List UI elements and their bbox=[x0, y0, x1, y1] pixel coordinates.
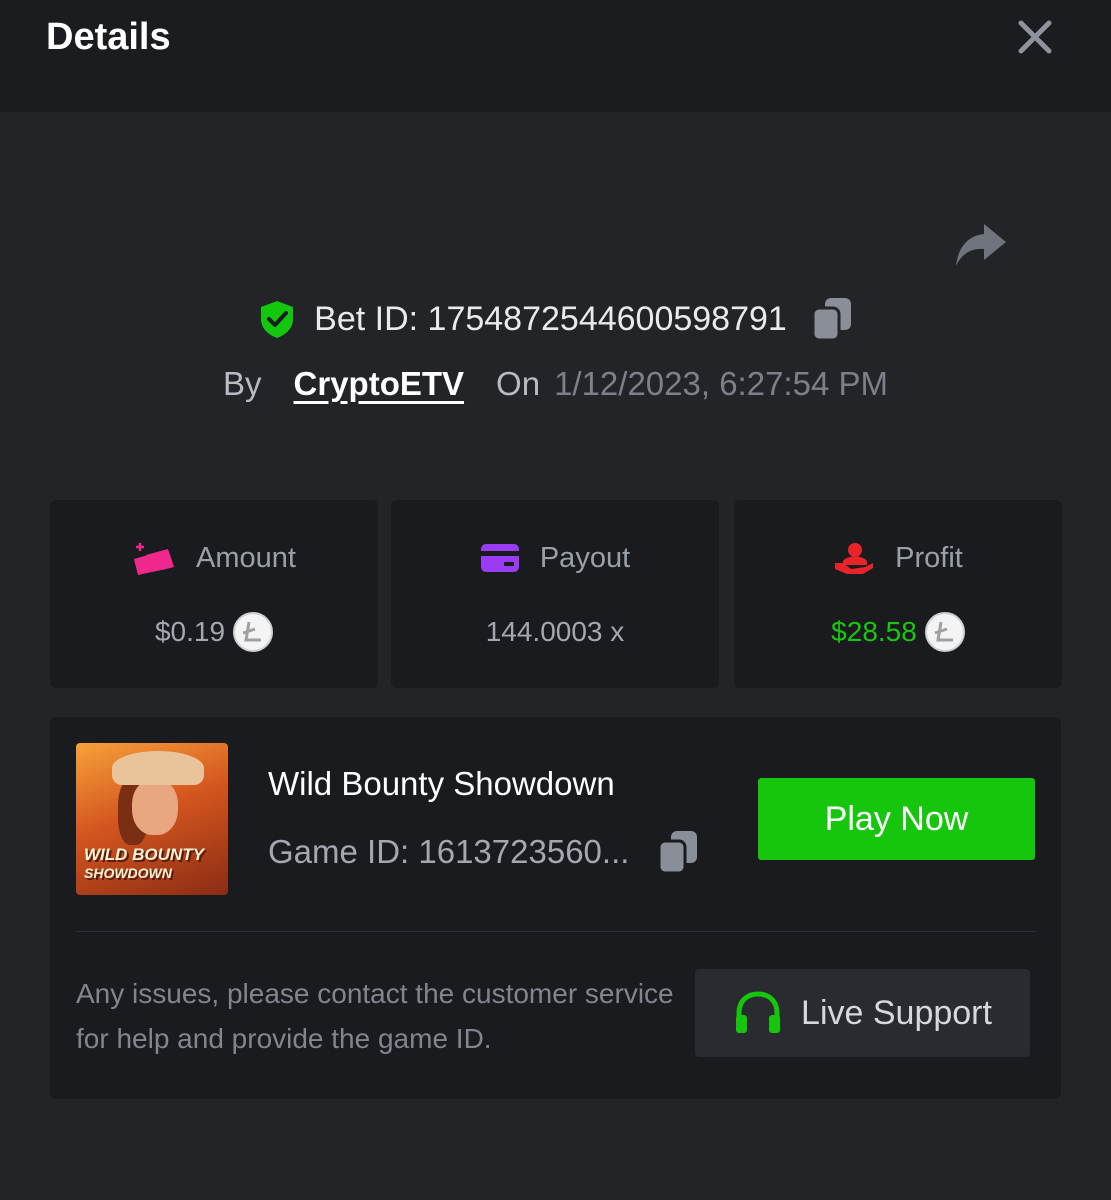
amount-card: Amount $0.19 bbox=[50, 500, 378, 688]
wallet-icon bbox=[134, 543, 175, 575]
game-thumbnail[interactable]: WILD BOUNTY SHOWDOWN bbox=[76, 743, 228, 895]
game-id-row: Game ID: 1613723560... bbox=[268, 827, 699, 877]
close-button[interactable] bbox=[1012, 14, 1058, 60]
by-label: By bbox=[223, 365, 262, 402]
header-bar: Details bbox=[0, 0, 1111, 112]
live-support-label: Live Support bbox=[801, 993, 992, 1032]
on-label: On bbox=[496, 365, 541, 402]
live-support-button[interactable]: Live Support bbox=[695, 969, 1030, 1057]
payout-label: Payout bbox=[539, 541, 631, 574]
thumb-art-hat bbox=[112, 751, 204, 785]
copy-game-id-button[interactable] bbox=[657, 829, 699, 875]
play-now-button[interactable]: Play Now bbox=[758, 778, 1035, 860]
thumb-art-face bbox=[132, 779, 178, 835]
bet-id-text: Bet ID: 1754872544600598791 bbox=[314, 299, 787, 338]
share-button[interactable] bbox=[952, 218, 1008, 270]
litecoin-icon bbox=[924, 612, 965, 652]
divider bbox=[76, 931, 1036, 932]
amount-label: Amount bbox=[196, 541, 296, 574]
hand-money-icon bbox=[835, 543, 874, 574]
copy-icon bbox=[657, 831, 698, 875]
bet-id-row: Bet ID: 1754872544600598791 bbox=[0, 292, 1111, 346]
share-icon bbox=[956, 224, 1006, 266]
bet-date: 1/12/2023, 6:27:54 PM bbox=[554, 365, 888, 402]
headset-icon bbox=[736, 991, 781, 1033]
game-id-text: Game ID: 1613723560... bbox=[268, 833, 630, 870]
copy-bet-id-button[interactable] bbox=[811, 296, 853, 342]
profit-card: Profit $28.58 bbox=[734, 500, 1062, 688]
copy-icon bbox=[811, 298, 851, 342]
thumb-title-line1: WILD BOUNTY bbox=[84, 845, 204, 864]
bet-meta-row: By CryptoETV On 1/12/2023, 6:27:54 PM bbox=[0, 360, 1111, 408]
profit-value: $28.58 bbox=[831, 616, 917, 647]
game-name: Wild Bounty Showdown bbox=[268, 765, 615, 802]
payout-card: Payout 144.0003 x bbox=[391, 500, 719, 688]
close-icon bbox=[1018, 20, 1052, 54]
card-icon bbox=[480, 544, 519, 572]
help-text: Any issues, please contact the customer … bbox=[76, 978, 674, 1054]
amount-value: $0.19 bbox=[154, 616, 226, 647]
game-panel: WILD BOUNTY SHOWDOWN Wild Bounty Showdow… bbox=[50, 717, 1061, 1099]
thumb-title-line2: SHOWDOWN bbox=[84, 865, 172, 881]
page-title: Details bbox=[46, 16, 171, 58]
profit-label: Profit bbox=[895, 541, 963, 574]
username-link[interactable]: CryptoETV bbox=[294, 365, 465, 403]
shield-check-icon bbox=[261, 301, 294, 338]
litecoin-icon bbox=[233, 612, 274, 652]
payout-value: 144.0003 x bbox=[485, 616, 625, 647]
